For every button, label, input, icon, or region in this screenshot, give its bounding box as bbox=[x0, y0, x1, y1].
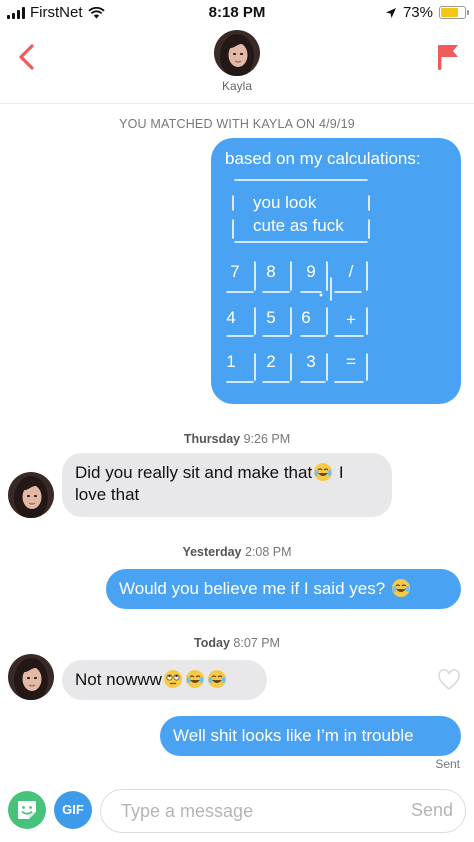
contact-avatar[interactable] bbox=[8, 654, 54, 700]
flag-icon bbox=[438, 45, 458, 70]
calc-key: 1 bbox=[226, 352, 236, 371]
outgoing-message[interactable]: Would you believe me if I said yes? bbox=[106, 569, 461, 609]
chat-header: Kayla bbox=[0, 26, 474, 104]
calculator-screen-text: you look cute as fuck bbox=[253, 191, 344, 237]
calc-key: + bbox=[346, 310, 356, 329]
rolling-eyes-emoji bbox=[163, 670, 182, 688]
calc-key: 4 bbox=[226, 308, 236, 327]
calc-key: 3 bbox=[306, 352, 316, 371]
send-button[interactable]: Send bbox=[411, 800, 453, 821]
outgoing-message[interactable]: Well shit looks like I’m in trouble bbox=[160, 716, 461, 756]
contact-avatar[interactable] bbox=[8, 472, 54, 518]
calc-key: = bbox=[346, 352, 356, 371]
match-banner: YOU MATCHED WITH KAYLA ON 4/9/19 bbox=[119, 117, 355, 131]
message-text: Would you believe me if I said yes? bbox=[119, 579, 386, 598]
tears-of-joy-emoji bbox=[391, 579, 410, 597]
calc-key: 2 bbox=[266, 352, 276, 371]
avatar-photo bbox=[214, 30, 260, 76]
gif-button[interactable]: GIF bbox=[54, 791, 92, 829]
timestamp: Thursday 9:26 PM bbox=[0, 432, 474, 446]
calc-key: 6 bbox=[301, 308, 311, 327]
screen-line: you look bbox=[253, 193, 317, 212]
tears-of-joy-emoji bbox=[314, 463, 333, 481]
tears-of-joy-emoji bbox=[207, 670, 226, 688]
battery-icon bbox=[439, 6, 469, 19]
calc-key: 5 bbox=[266, 308, 276, 327]
tears-of-joy-emoji bbox=[185, 670, 204, 688]
calc-key: 8 bbox=[266, 262, 276, 281]
status-right: 73% bbox=[385, 4, 469, 21]
heart-icon bbox=[438, 669, 460, 691]
timestamp-time: 9:26 PM bbox=[243, 432, 291, 446]
sticker-face-icon bbox=[18, 801, 36, 819]
contact-name[interactable]: Kayla bbox=[0, 79, 474, 93]
timestamp-time: 8:07 PM bbox=[233, 636, 280, 650]
message-text: Did you really sit and make that bbox=[75, 463, 313, 482]
incoming-message[interactable]: Not nowww bbox=[62, 660, 267, 700]
message-text: Not nowww bbox=[75, 670, 162, 689]
battery-percent: 73% bbox=[402, 4, 433, 21]
timestamp-day: Today bbox=[194, 636, 230, 650]
calc-key: 9 bbox=[306, 262, 316, 281]
timestamp-time: 2:08 PM bbox=[245, 545, 292, 559]
message-status: Sent bbox=[435, 757, 460, 771]
contact-avatar[interactable] bbox=[214, 30, 260, 76]
location-arrow-icon bbox=[385, 7, 396, 18]
avatar-photo bbox=[8, 472, 54, 518]
calc-key: / bbox=[348, 262, 354, 281]
screen-line: cute as fuck bbox=[253, 216, 344, 235]
battery-fill bbox=[441, 8, 458, 17]
incoming-message[interactable]: Did you really sit and make that I love … bbox=[62, 453, 392, 517]
chevron-left-icon bbox=[19, 44, 34, 70]
sticker-button[interactable] bbox=[8, 791, 46, 829]
timestamp: Yesterday 2:08 PM bbox=[0, 545, 474, 559]
timestamp-day: Thursday bbox=[183, 432, 241, 446]
outgoing-message-calculator[interactable]: based on my calculations: you look cute … bbox=[211, 138, 461, 404]
timestamp-day: Yesterday bbox=[182, 545, 242, 559]
avatar-photo bbox=[8, 654, 54, 700]
timestamp: Today 8:07 PM bbox=[0, 636, 474, 650]
calc-key: 7 bbox=[230, 262, 240, 281]
message-input[interactable] bbox=[121, 798, 381, 824]
calculator-ascii-art bbox=[226, 179, 370, 383]
message-text: Well shit looks like I’m in trouble bbox=[173, 726, 414, 745]
back-button[interactable] bbox=[12, 40, 42, 74]
message-composer: Send bbox=[100, 789, 466, 833]
report-button[interactable] bbox=[432, 40, 462, 74]
status-bar: FirstNet 8:18 PM 73% bbox=[0, 0, 474, 26]
like-button[interactable] bbox=[437, 669, 461, 691]
